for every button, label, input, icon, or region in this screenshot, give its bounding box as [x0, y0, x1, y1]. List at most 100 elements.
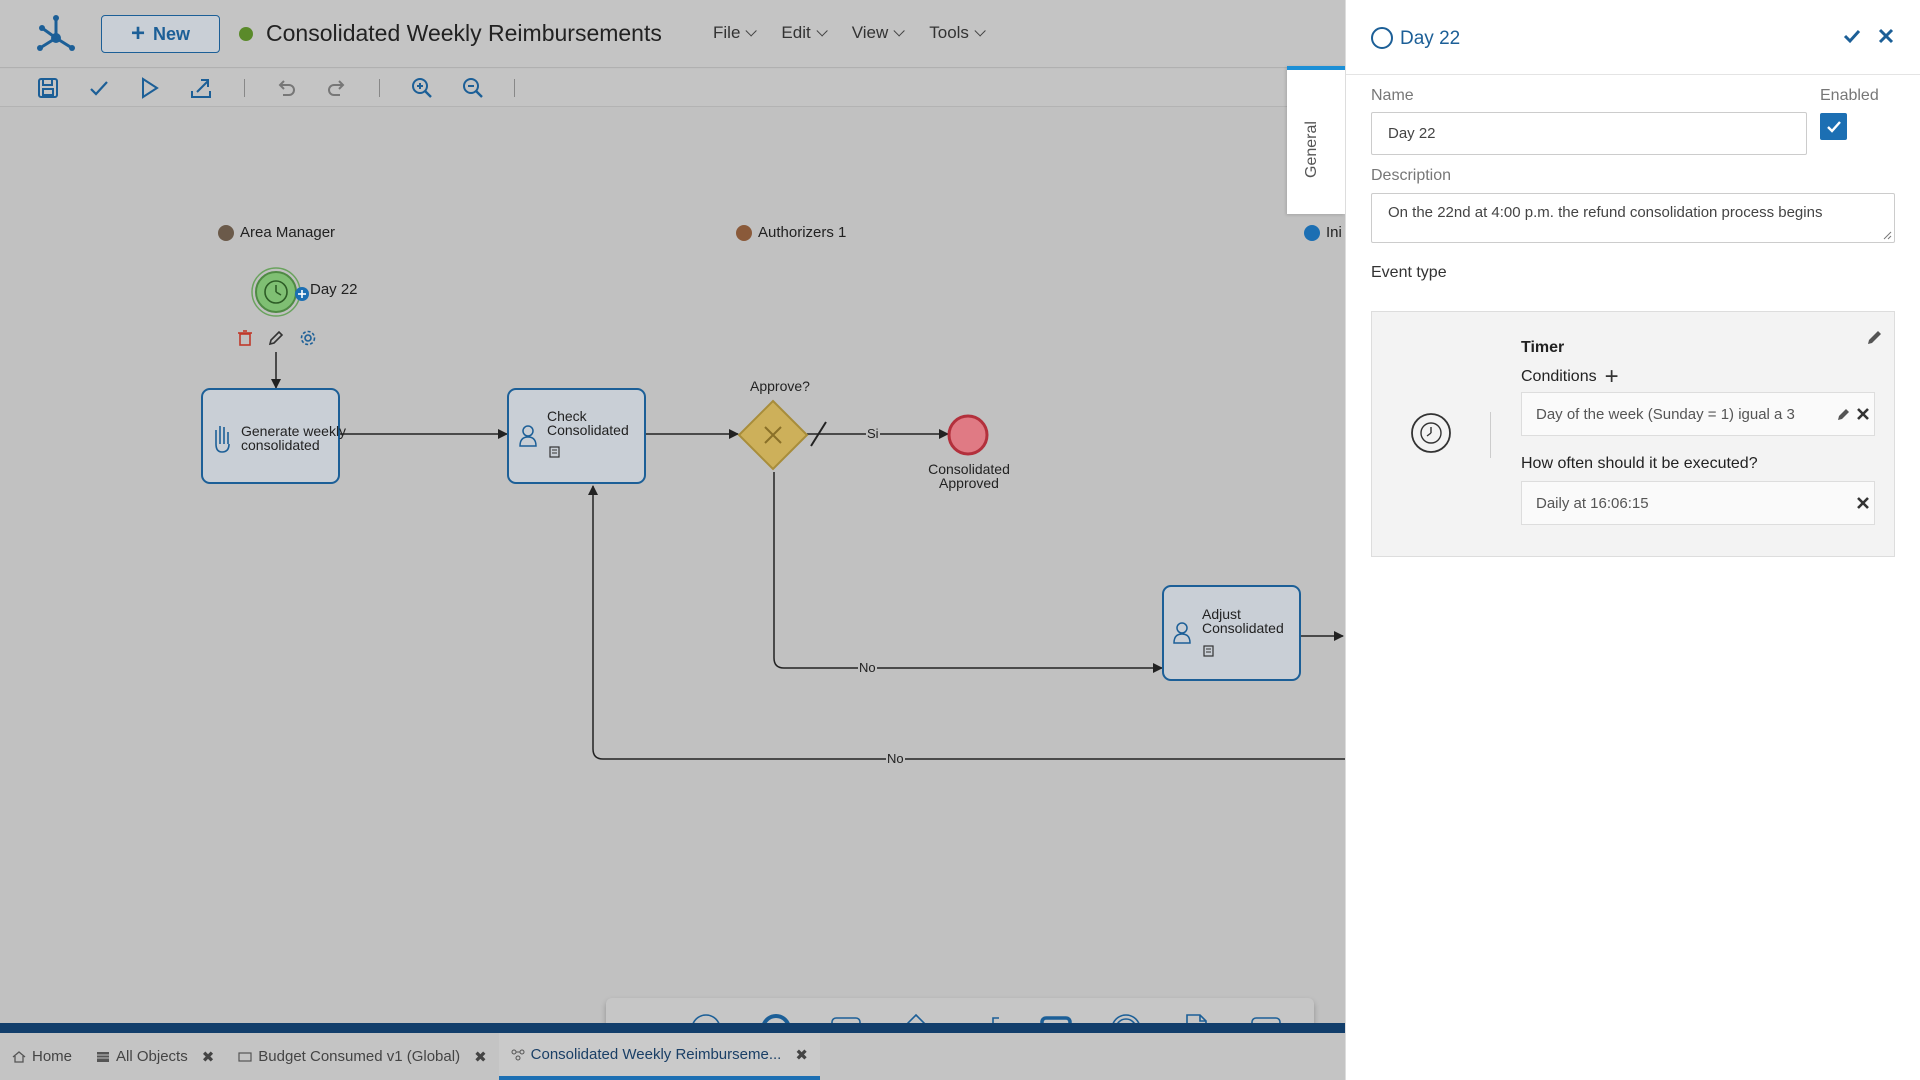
palette-gateway[interactable] [899, 1012, 933, 1023]
end-event-consolidated-approved[interactable] [947, 414, 989, 456]
new-button-label: New [153, 23, 191, 44]
toolbar-divider [244, 79, 245, 97]
app-logo-icon[interactable] [36, 14, 76, 54]
flow-label-no: No [858, 660, 877, 675]
close-icon[interactable]: ✖ [474, 1048, 487, 1066]
end-label-line: Approved [939, 475, 999, 491]
lane-initiator[interactable]: Ini [1304, 224, 1342, 241]
undo-icon [278, 80, 295, 96]
pool-icon [1251, 1017, 1281, 1023]
chevron-down-icon [816, 25, 828, 37]
palette-intermediate-event[interactable] [1109, 1012, 1143, 1023]
confirm-check-icon[interactable] [1842, 26, 1862, 46]
pencil-icon[interactable] [1835, 405, 1853, 423]
lane-area-manager[interactable]: Area Manager [218, 224, 335, 241]
redo-icon [328, 80, 345, 96]
app-header: + New Consolidated Weekly Reimbursements… [0, 0, 1345, 68]
lane-label: Ini [1326, 224, 1342, 241]
end-event-label: Consolidated Approved [924, 462, 1014, 490]
new-button[interactable]: + New [101, 15, 220, 53]
menu-edit-label: Edit [781, 23, 811, 42]
chevron-down-icon [893, 25, 906, 37]
palette-task[interactable] [829, 1012, 863, 1023]
menu-tools[interactable]: Tools [929, 23, 986, 43]
palette-subprocess[interactable] [1039, 1012, 1073, 1023]
flow-label-si: Si [866, 426, 880, 441]
timer-title: Timer [1521, 339, 1565, 356]
palette-end-event[interactable] [759, 1012, 793, 1023]
menu-edit[interactable]: Edit [781, 23, 828, 43]
process-icon [511, 1049, 525, 1060]
zoom-out-button[interactable] [460, 75, 486, 101]
gear-icon[interactable] [298, 328, 318, 348]
conditions-label: Conditions + [1521, 365, 1619, 389]
lane-authorizers[interactable]: Authorizers 1 [736, 224, 846, 241]
palette-more[interactable] [619, 1012, 653, 1023]
palette-data-object[interactable] [1179, 1012, 1213, 1023]
palette-pool[interactable] [1249, 1012, 1283, 1023]
list-icon [97, 1051, 110, 1062]
start-event-icon [1371, 27, 1393, 49]
delete-icon[interactable] [235, 328, 255, 348]
palette-start-event[interactable] [689, 1012, 723, 1023]
flow-gateway-to-adjust[interactable] [773, 472, 1163, 673]
close-icon[interactable]: ✖ [795, 1046, 808, 1064]
close-icon[interactable] [1854, 494, 1872, 512]
lane-label: Area Manager [240, 224, 336, 241]
validate-button[interactable] [86, 75, 112, 101]
tab-all-objects[interactable]: All Objects ✖ [84, 1033, 226, 1080]
tab-label: All Objects [116, 1048, 188, 1065]
timer-icon [1411, 413, 1451, 453]
name-input[interactable]: Day 22 [1371, 112, 1807, 155]
close-icon[interactable] [1876, 26, 1896, 46]
menu-file[interactable]: File [713, 23, 758, 43]
export-icon [191, 79, 211, 98]
gateway-label: Approve? [750, 378, 810, 394]
task-generate-label: Generate weekly consolidated [241, 424, 346, 452]
frequency-item[interactable]: Daily at 16:06:15 [1521, 481, 1875, 525]
redo-button[interactable] [324, 75, 350, 101]
enabled-checkbox[interactable] [1820, 113, 1847, 140]
task-label-line: consolidated [241, 437, 320, 453]
close-icon[interactable] [1854, 405, 1872, 423]
tab-label: Home [32, 1048, 73, 1065]
menu-view-label: View [851, 23, 889, 42]
description-textarea[interactable]: On the 22nd at 4:00 p.m. the refund cons… [1371, 193, 1895, 243]
tab-general[interactable]: General [1287, 66, 1345, 214]
end-event-icon [762, 1014, 790, 1023]
pencil-icon[interactable] [1865, 327, 1885, 347]
zoom-in-button[interactable] [409, 75, 435, 101]
resize-grip-icon[interactable] [1882, 230, 1892, 240]
pencil-icon[interactable] [266, 328, 286, 348]
intermediate-event-icon [1112, 1014, 1140, 1023]
run-button[interactable] [136, 75, 162, 101]
play-icon [142, 77, 159, 99]
panel-header: Day 22 [1346, 0, 1920, 75]
conditions-text: Conditions [1521, 368, 1597, 385]
menu-file-label: File [713, 23, 741, 42]
condition-item[interactable]: Day of the week (Sunday = 1) igual a 3 [1521, 392, 1875, 436]
menu-tools-label: Tools [929, 23, 969, 42]
tab-consolidated-weekly[interactable]: Consolidated Weekly Reimburseme... ✖ [498, 1033, 820, 1080]
chevron-down-icon [745, 25, 758, 37]
task-label-line: Adjust [1202, 606, 1241, 622]
tab-general-label: General [1303, 121, 1320, 178]
close-icon[interactable]: ✖ [202, 1048, 215, 1066]
toolbar-divider [514, 79, 515, 97]
publish-button[interactable] [188, 75, 214, 101]
subprocess-icon [1040, 1016, 1072, 1023]
save-button[interactable] [35, 75, 61, 101]
task-label-line: Generate weekly [241, 423, 347, 439]
window-icon [238, 1051, 252, 1062]
menu-view[interactable]: View [851, 23, 906, 43]
avatar [736, 224, 752, 241]
condition-text: Day of the week (Sunday = 1) igual a 3 [1536, 405, 1795, 423]
undo-button[interactable] [273, 75, 299, 101]
palette-annotation[interactable] [969, 1012, 1003, 1023]
diagram-canvas[interactable]: Area Manager Authorizers 1 Ini Day 22 Ge… [0, 108, 1345, 1023]
tab-home[interactable]: Home [0, 1033, 84, 1080]
task-icon [831, 1017, 861, 1023]
tab-budget-consumed[interactable]: Budget Consumed v1 (Global) ✖ [226, 1033, 498, 1080]
task-adjust-label: Adjust Consolidated [1202, 607, 1284, 635]
add-condition-icon[interactable]: + [1605, 365, 1619, 389]
